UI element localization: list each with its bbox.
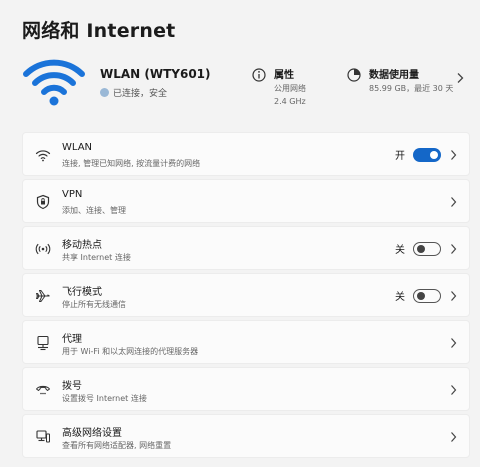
setting-subtitle: 停止所有无线通信 [62,300,126,309]
setting-row-proxy[interactable]: 代理 用于 Wi-Fi 和以太网连接的代理服务器 [22,320,470,364]
chevron-right-icon [451,197,457,207]
setting-row-vpn[interactable]: VPN 添加、连接、管理 [22,179,470,223]
setting-title: 代理 [62,334,82,345]
airplane-icon [36,290,50,302]
setting-row-wlan[interactable]: WLAN 连接, 管理已知网络, 按流量计费的网络 开 [22,132,470,176]
setting-subtitle: 共享 Internet 连接 [62,253,131,262]
pie-chart-icon [347,68,361,82]
data-usage-amount: 85.99 GB，最近 30 天 [369,84,454,93]
setting-row-airplane-mode[interactable]: 飞行模式 停止所有无线通信 关 [22,273,470,317]
settings-list: WLAN 连接, 管理已知网络, 按流量计费的网络 开 VPN 添加、连接、管理 [22,132,470,461]
wifi-icon [35,150,51,162]
toggle-state-label: 关 [395,292,405,303]
wlan-toggle[interactable] [413,147,441,162]
page-title: 网络和 Internet [22,20,176,42]
chevron-right-icon [451,244,457,254]
airplane-mode-toggle[interactable] [413,288,441,303]
setting-subtitle: 连接, 管理已知网络, 按流量计费的网络 [62,159,201,168]
properties-title: 属性 [274,70,294,81]
chevron-right-icon [451,385,457,395]
setting-title: VPN [62,189,83,200]
chevron-right-icon [451,432,457,442]
setting-subtitle: 设置拨号 Internet 连接 [62,394,147,403]
hotspot-toggle[interactable] [413,241,441,256]
chevron-right-icon [451,338,457,348]
setting-subtitle: 用于 Wi-Fi 和以太网连接的代理服务器 [62,347,199,356]
chevron-right-icon[interactable] [456,72,464,84]
setting-title: 高级网络设置 [62,428,122,439]
toggle-knob [430,150,438,159]
setting-row-advanced-network[interactable]: 高级网络设置 查看所有网络适配器, 网络重置 [22,414,470,458]
proxy-icon [37,335,49,351]
setting-subtitle: 添加、连接、管理 [62,206,126,215]
setting-title: 拨号 [62,381,82,392]
toggle-knob [417,291,425,300]
setting-row-hotspot[interactable]: 移动热点 共享 Internet 连接 关 [22,226,470,270]
data-usage-link[interactable]: 数据使用量 85.99 GB，最近 30 天 [347,66,453,94]
setting-subtitle: 查看所有网络适配器, 网络重置 [62,441,172,450]
toggle-state-label: 开 [395,151,405,162]
chevron-right-icon [451,291,457,301]
properties-network-type: 公用网络 [274,84,306,93]
status-icon [100,88,109,97]
toggle-state-label: 关 [395,245,405,256]
wifi-large-icon [22,56,86,106]
info-icon [252,68,266,82]
network-summary: WLAN (WTY601) 已连接，安全 属性 公用网络 2.4 GHz 数据使… [0,48,480,120]
setting-row-dialup[interactable]: 拨号 设置拨号 Internet 连接 [22,367,470,411]
shield-icon [36,194,50,210]
connection-status-text: 已连接，安全 [113,89,168,99]
computer-icon [36,430,50,443]
properties-band: 2.4 GHz [274,97,306,106]
setting-title: 移动热点 [62,240,102,251]
network-name: WLAN (WTY601) [100,67,211,81]
hotspot-icon [35,243,51,255]
connection-status: 已连接，安全 [100,86,167,99]
chevron-right-icon [451,150,457,160]
data-usage-title: 数据使用量 [369,70,419,81]
properties-link[interactable]: 属性 公用网络 2.4 GHz [252,66,306,107]
setting-title: 飞行模式 [62,287,102,298]
dialup-icon [36,385,50,395]
setting-title: WLAN [62,142,93,153]
toggle-knob [417,244,425,253]
